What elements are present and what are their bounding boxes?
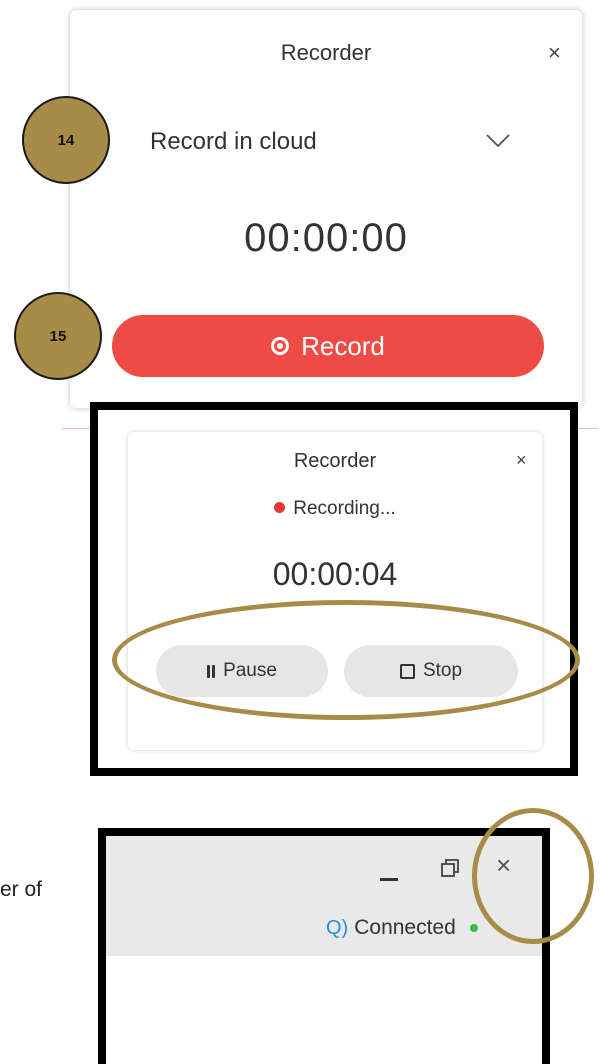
minimize-icon[interactable] — [380, 878, 398, 881]
connection-status: Q) Connected — [326, 916, 478, 940]
connected-indicator-icon — [469, 924, 478, 932]
step-badge-15: 15 — [14, 292, 102, 380]
record-icon — [271, 337, 290, 355]
recorder-title: Recorder — [293, 450, 377, 472]
recording-status: Recording... — [128, 498, 542, 520]
close-icon[interactable]: × — [516, 450, 527, 471]
record-button-label: Record — [301, 330, 385, 361]
record-button[interactable]: Record — [112, 315, 544, 377]
highlight-ellipse — [472, 808, 594, 944]
recorder-title: Recorder — [280, 40, 372, 65]
divider-line — [62, 428, 92, 429]
restore-icon[interactable] — [440, 858, 460, 878]
record-location-dropdown[interactable]: Record in cloud — [150, 128, 317, 156]
recorder-panel: Recorder × Record in cloud 00:00:00 Reco… — [70, 10, 582, 408]
chevron-down-icon[interactable] — [486, 134, 510, 148]
recording-status-label: Recording... — [293, 498, 396, 519]
highlight-ellipse — [112, 600, 580, 720]
recording-timer: 00:00:00 — [244, 216, 408, 260]
close-icon[interactable]: × — [548, 40, 561, 66]
recording-indicator-icon — [274, 502, 286, 513]
instruction-text-fragment: er of — [0, 878, 43, 901]
connection-status-label: Connected — [354, 916, 456, 939]
step-badge-14: 14 — [22, 96, 110, 184]
microphone-icon: Q) — [326, 916, 349, 939]
recording-timer: 00:00:04 — [272, 556, 398, 592]
